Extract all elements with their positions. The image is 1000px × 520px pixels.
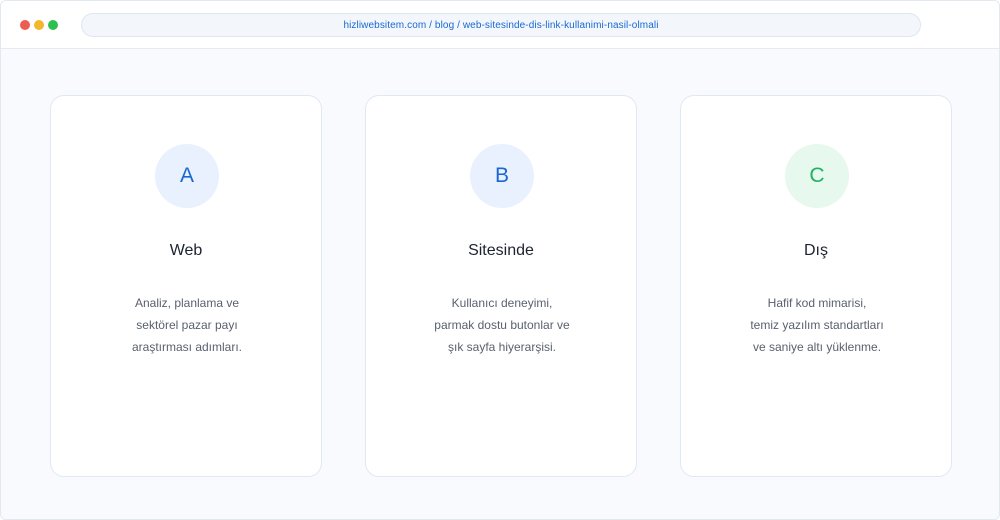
card-letter-badge: C — [785, 144, 849, 208]
card-description-line: araştırması adımları. — [131, 340, 243, 354]
feature-card-sitesinde: B Sitesinde Kullanıcı deneyimi, parmak d… — [365, 95, 637, 477]
browser-titlebar: hizliwebsitem.com / blog / web-sitesinde… — [1, 1, 999, 49]
card-description-line: Hafif kod mimarisi, — [767, 296, 867, 310]
card-description-line: ve saniye altı yüklenme. — [752, 340, 882, 354]
card-title: Dış — [804, 242, 828, 259]
feature-card-web: A Web Analiz, planlama ve sektörel pazar… — [50, 95, 322, 477]
card-description-line: şık sayfa hiyerarşisi. — [447, 340, 557, 354]
card-description-line: Kullanıcı deneyimi, — [451, 296, 553, 310]
card-letter-badge: B — [470, 144, 534, 208]
card-description-line: temiz yazılım standartları — [750, 318, 884, 332]
minimize-window-dot[interactable] — [34, 20, 44, 30]
feature-card-dis: C Dış Hafif kod mimarisi, temiz yazılım … — [680, 95, 952, 477]
card-letter-badge: A — [155, 144, 219, 208]
address-bar[interactable]: hizliwebsitem.com / blog / web-sitesinde… — [81, 13, 921, 37]
maximize-window-dot[interactable] — [48, 20, 58, 30]
card-description-line: sektörel pazar payı — [136, 318, 238, 332]
card-title: Sitesinde — [468, 242, 534, 259]
card-description-line: Analiz, planlama ve — [134, 296, 240, 310]
card-description: Kullanıcı deneyimi, parmak dostu butonla… — [386, 292, 618, 358]
card-description: Analiz, planlama ve sektörel pazar payı … — [71, 292, 303, 358]
close-window-dot[interactable] — [20, 20, 30, 30]
address-url: hizliwebsitem.com / blog / web-sitesinde… — [343, 19, 659, 31]
card-description: Hafif kod mimarisi, temiz yazılım standa… — [701, 292, 933, 358]
page-content: A Web Analiz, planlama ve sektörel pazar… — [1, 49, 999, 519]
card-title: Web — [169, 242, 203, 259]
card-description-line: parmak dostu butonlar ve — [434, 318, 570, 332]
browser-window: hizliwebsitem.com / blog / web-sitesinde… — [0, 0, 1000, 520]
